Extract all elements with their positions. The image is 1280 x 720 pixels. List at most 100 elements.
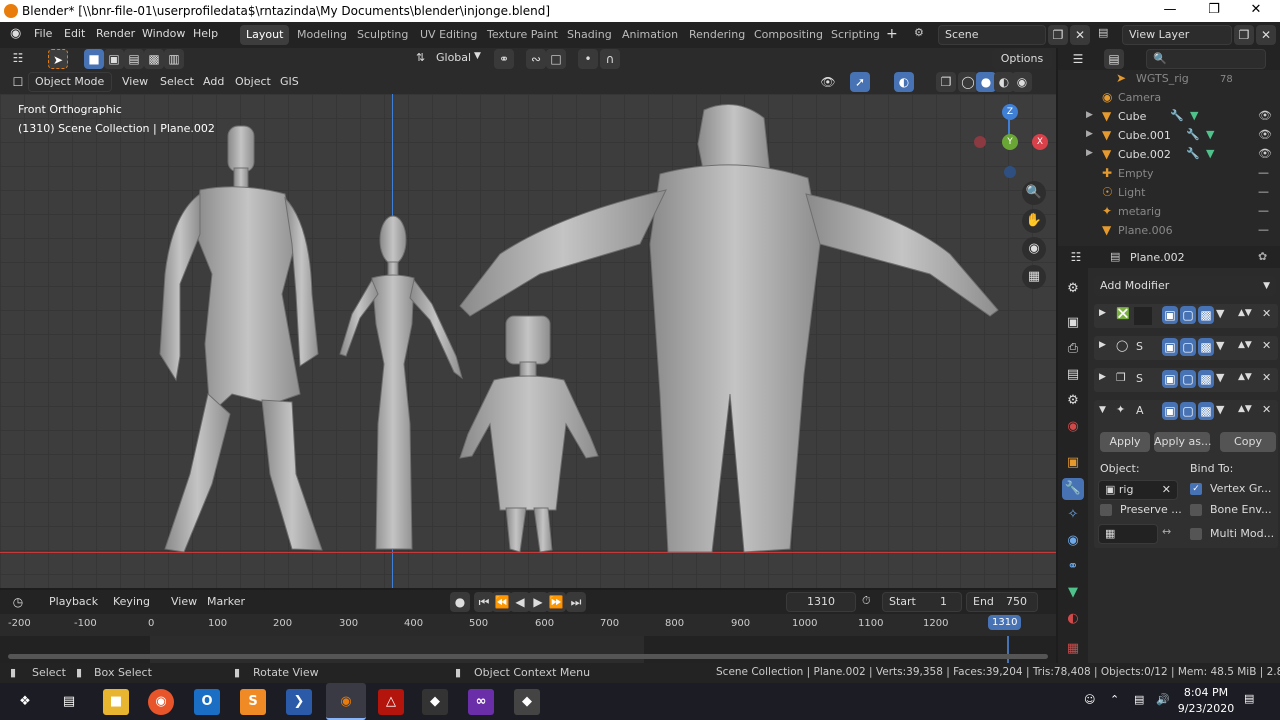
timeline-editor-icon[interactable]: ◷ bbox=[8, 592, 28, 612]
close-button[interactable]: ✕ bbox=[1236, 2, 1276, 17]
record-icon[interactable]: ● bbox=[450, 592, 470, 612]
outliner-row[interactable]: ✦ metarig — bbox=[1058, 203, 1280, 222]
timeline-menu-marker[interactable]: Marker bbox=[207, 595, 245, 608]
next-keyframe-icon[interactable]: ⏩ bbox=[546, 592, 566, 612]
apply-as-button[interactable]: Apply as... bbox=[1154, 432, 1212, 452]
visibility-icon[interactable]: 👁 bbox=[818, 72, 838, 92]
cage-icon[interactable]: ▼ bbox=[1216, 339, 1224, 352]
jump-end-icon[interactable]: ⏭ bbox=[566, 592, 586, 612]
viewport-toggle-icon[interactable]: ▢ bbox=[1180, 338, 1196, 356]
timeline-menu-playback[interactable]: Playback bbox=[49, 595, 98, 608]
notifications-icon[interactable]: ▤ bbox=[1244, 692, 1254, 705]
editmode-toggle-icon[interactable]: ▣ bbox=[1162, 338, 1178, 356]
tab-rendering[interactable]: Rendering bbox=[683, 25, 751, 45]
armature-modifier-panel[interactable]: ▼ ✦ A ▣ ▢ ▩ ▼ ▲▼ ✕ Apply Apply as... Cop… bbox=[1094, 400, 1278, 548]
visual-studio-icon[interactable]: ∞ bbox=[468, 689, 494, 715]
gizmo-y-handle[interactable]: Y bbox=[1002, 134, 1018, 150]
proportional-edit-icon[interactable]: • bbox=[578, 49, 598, 69]
viewport-menu-object[interactable]: Object bbox=[235, 75, 271, 88]
viewport-menu-view[interactable]: View bbox=[122, 75, 148, 88]
tab-texture-paint[interactable]: Texture Paint bbox=[481, 25, 564, 45]
outliner-search-input[interactable]: 🔍 bbox=[1146, 49, 1266, 69]
clock-date[interactable]: 9/23/2020 bbox=[1176, 702, 1236, 715]
3d-viewport[interactable]: Front Orthographic (1310) Scene Collecti… bbox=[0, 94, 1056, 588]
options-button[interactable]: Options bbox=[992, 49, 1052, 69]
outliner-row[interactable]: ➤ WGTS_rig 78 bbox=[1058, 70, 1280, 89]
add-modifier-dropdown[interactable]: Add Modifier ▼ bbox=[1094, 276, 1276, 296]
modifier-panel[interactable]: ▶ ❎ ▣ ▢ ▩ ▼ ▲▼ ✕ bbox=[1094, 304, 1278, 328]
current-frame-field[interactable]: 1310 bbox=[786, 592, 856, 612]
select-subtract-icon[interactable]: ▤ bbox=[124, 49, 144, 69]
output-tab-icon[interactable]: ⎙ bbox=[1062, 338, 1084, 360]
clear-icon[interactable]: ✕ bbox=[1162, 481, 1171, 499]
file-explorer-icon[interactable]: ■ bbox=[103, 689, 129, 715]
falloff-icon[interactable]: ∩ bbox=[600, 49, 620, 69]
collapse-arrow-icon[interactable]: ▼ bbox=[1099, 405, 1106, 415]
cage-icon[interactable]: ▼ bbox=[1216, 371, 1224, 384]
gizmo-neg-x-handle[interactable] bbox=[974, 136, 986, 148]
remove-modifier-icon[interactable]: ✕ bbox=[1262, 307, 1271, 320]
expand-arrow-icon[interactable]: ▶ bbox=[1099, 372, 1106, 382]
start-frame-field[interactable]: Start 1 bbox=[882, 592, 962, 612]
visibility-eye-closed-icon[interactable]: — bbox=[1258, 185, 1269, 198]
delete-scene-button[interactable]: ✕ bbox=[1070, 25, 1090, 45]
viewport-toggle-icon[interactable]: ▢ bbox=[1180, 306, 1196, 324]
modifier-name-field[interactable]: S bbox=[1136, 372, 1143, 385]
constraints-tab-icon[interactable]: ⚭ bbox=[1062, 556, 1084, 578]
view-layer-tab-icon[interactable]: ▤ bbox=[1062, 364, 1084, 386]
expand-arrow-icon[interactable]: ▶ bbox=[1099, 308, 1106, 318]
jump-start-icon[interactable]: ⏮ bbox=[474, 592, 494, 612]
visibility-eye-icon[interactable]: 👁 bbox=[1258, 128, 1272, 141]
outliner-row[interactable]: ▼ Plane.006 — bbox=[1058, 222, 1280, 241]
tab-shading[interactable]: Shading bbox=[561, 25, 618, 45]
clock-time[interactable]: 8:04 PM bbox=[1180, 686, 1232, 699]
acrobat-icon[interactable]: △ bbox=[378, 689, 404, 715]
play-reverse-icon[interactable]: ◀ bbox=[510, 592, 530, 612]
bone-envelopes-checkbox[interactable] bbox=[1190, 504, 1202, 516]
timeline-track[interactable] bbox=[0, 636, 1056, 664]
viewport-toggle-icon[interactable]: ▢ bbox=[1180, 402, 1196, 420]
network-icon[interactable]: ▤ bbox=[1134, 693, 1144, 706]
object-mode-select[interactable]: Object Mode bbox=[28, 72, 112, 92]
pan-hand-icon[interactable]: ✋ bbox=[1022, 209, 1046, 233]
render-toggle-icon[interactable]: ▩ bbox=[1198, 370, 1214, 388]
prev-keyframe-icon[interactable]: ⏪ bbox=[492, 592, 512, 612]
tray-chevron-icon[interactable]: ⌃ bbox=[1110, 693, 1119, 706]
tool-tab-icon[interactable]: ⚙ bbox=[1062, 278, 1084, 300]
unity-hub-icon[interactable]: ◆ bbox=[514, 689, 540, 715]
visibility-eye-icon[interactable]: 👁 bbox=[1258, 109, 1272, 122]
gizmo-z-handle[interactable]: Z bbox=[1002, 104, 1018, 120]
material-tab-icon[interactable]: ◐ bbox=[1062, 608, 1084, 630]
modifier-name-field[interactable] bbox=[1134, 307, 1152, 325]
cage-icon[interactable]: ▼ bbox=[1216, 403, 1224, 416]
playhead-label[interactable]: 1310 bbox=[988, 615, 1022, 630]
timeline-ruler[interactable]: -200 -100 0 100 200 300 400 500 600 700 … bbox=[0, 614, 1056, 636]
snap-target-icon[interactable]: □ bbox=[546, 49, 566, 69]
gizmo-x-handle[interactable]: X bbox=[1032, 134, 1048, 150]
render-tab-icon[interactable]: ▣ bbox=[1062, 312, 1084, 334]
blender-taskbar-icon[interactable]: ◉ bbox=[326, 683, 366, 720]
outliner-row[interactable]: ✚ Empty — bbox=[1058, 165, 1280, 184]
modifier-name-field[interactable]: A bbox=[1136, 404, 1144, 417]
timeline-menu-view[interactable]: View bbox=[171, 595, 197, 608]
modifier-name-field[interactable]: S bbox=[1136, 340, 1143, 353]
visibility-eye-icon[interactable]: 👁 bbox=[1258, 147, 1272, 160]
task-view-icon[interactable]: ▤ bbox=[56, 689, 82, 715]
remove-modifier-icon[interactable]: ✕ bbox=[1262, 371, 1271, 384]
scene-models[interactable] bbox=[0, 94, 1056, 588]
physics-tab-icon[interactable]: ◉ bbox=[1062, 530, 1084, 552]
windows-start-icon[interactable]: ❖ bbox=[12, 689, 38, 715]
add-workspace-button[interactable]: + bbox=[886, 26, 898, 42]
rendered-shading-icon[interactable]: ◉ bbox=[1012, 72, 1032, 92]
viewport-menu-add[interactable]: Add bbox=[203, 75, 224, 88]
tab-sculpting[interactable]: Sculpting bbox=[351, 25, 414, 45]
play-icon[interactable]: ▶ bbox=[528, 592, 548, 612]
menu-file[interactable]: File bbox=[34, 27, 52, 40]
overlay-toggle-icon[interactable]: ◐ bbox=[894, 72, 914, 92]
render-toggle-icon[interactable]: ▩ bbox=[1198, 306, 1214, 324]
view-layer-icon[interactable]: ▤ bbox=[1098, 26, 1108, 39]
volume-icon[interactable]: 🔊 bbox=[1156, 693, 1170, 706]
pin-icon[interactable]: ✿ bbox=[1258, 250, 1267, 263]
new-scene-button[interactable]: ❐ bbox=[1048, 25, 1068, 45]
scene-selector[interactable]: Scene bbox=[938, 25, 1046, 45]
